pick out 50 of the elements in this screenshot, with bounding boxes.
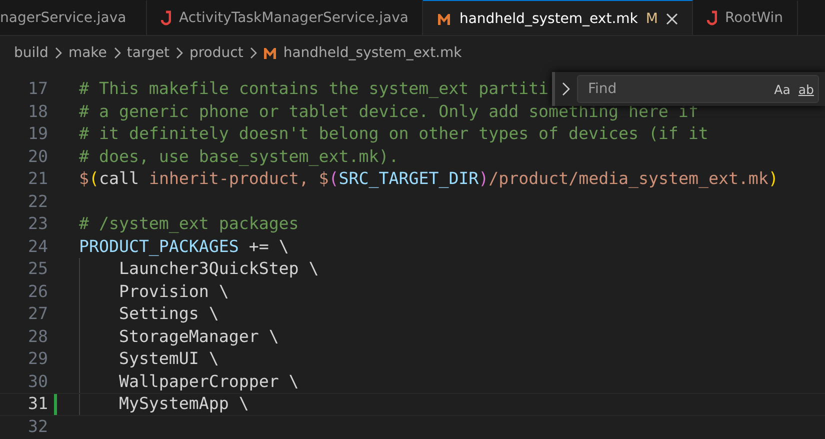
line-number: 30 xyxy=(27,370,48,392)
expand-toggle-icon[interactable] xyxy=(561,82,571,96)
breadcrumb-item[interactable]: build xyxy=(14,45,48,61)
modified-label: M xyxy=(646,10,658,26)
code-line: Launcher3QuickStep \ xyxy=(118,258,319,280)
line-number: 26 xyxy=(27,280,48,302)
line-number: 22 xyxy=(27,190,48,212)
code-line: PRODUCT_PACKAGES += \ xyxy=(79,236,289,258)
code-line: Settings \ xyxy=(118,303,219,325)
java-file-icon xyxy=(707,10,717,26)
makefile-icon xyxy=(263,47,278,59)
line-number: 19 xyxy=(27,123,48,145)
code-line: StorageManager \ xyxy=(118,326,279,348)
code-line: SystemUI \ xyxy=(118,348,219,370)
line-number: 18 xyxy=(27,100,48,122)
breadcrumb-item[interactable]: product xyxy=(189,45,244,61)
code-line: $(call inherit-product, $(SRC_TARGET_DIR)/product/media_system_ext.mk) xyxy=(79,168,778,190)
line-number: 17 xyxy=(27,78,48,100)
line-number: 23 xyxy=(27,213,48,235)
chevron-icon xyxy=(112,47,121,59)
code-line: # it definitely doesn't belong on other types of devices (if it xyxy=(79,123,708,145)
line-number: 20 xyxy=(27,146,48,168)
code-line: # does, use base_system_ext.mk). xyxy=(79,146,399,168)
line-number: 29 xyxy=(27,348,48,370)
breadcrumb-item[interactable]: make xyxy=(68,45,107,61)
chevron-icon xyxy=(54,47,62,59)
search-option[interactable]: Aa xyxy=(774,82,790,96)
editor-tab[interactable]: handheld_system_ext.mk M xyxy=(423,0,693,35)
breadcrumb-item[interactable]: target xyxy=(126,45,170,61)
line-number: 24 xyxy=(27,236,48,258)
chevron-icon xyxy=(249,47,258,59)
code-line: WallpaperCropper \ xyxy=(118,370,299,392)
line-number: 21 xyxy=(27,168,48,190)
code-line: # /system_ext packages xyxy=(79,213,299,235)
line-number: 25 xyxy=(27,258,48,280)
line-number: 27 xyxy=(27,303,48,325)
code-line: # This makefile contains the system_ext partiti xyxy=(79,78,549,100)
code-line: MySystemApp \ xyxy=(118,394,249,414)
java-file-icon xyxy=(161,10,171,26)
line-number: 32 xyxy=(27,416,48,438)
line-number: 28 xyxy=(27,326,48,348)
makefile-icon xyxy=(437,12,452,24)
breadcrumb-item[interactable]: handheld_system_ext.mk xyxy=(283,45,462,61)
line-number: 31 xyxy=(27,394,48,414)
code-line: Provision \ xyxy=(118,280,229,302)
chevron-icon xyxy=(175,47,184,59)
search-option[interactable]: ab xyxy=(798,82,814,96)
close-icon[interactable] xyxy=(666,12,678,24)
find-field[interactable]: Find Aa ab xyxy=(577,75,819,103)
editor-tab[interactable]: nagerService.java xyxy=(0,0,147,35)
